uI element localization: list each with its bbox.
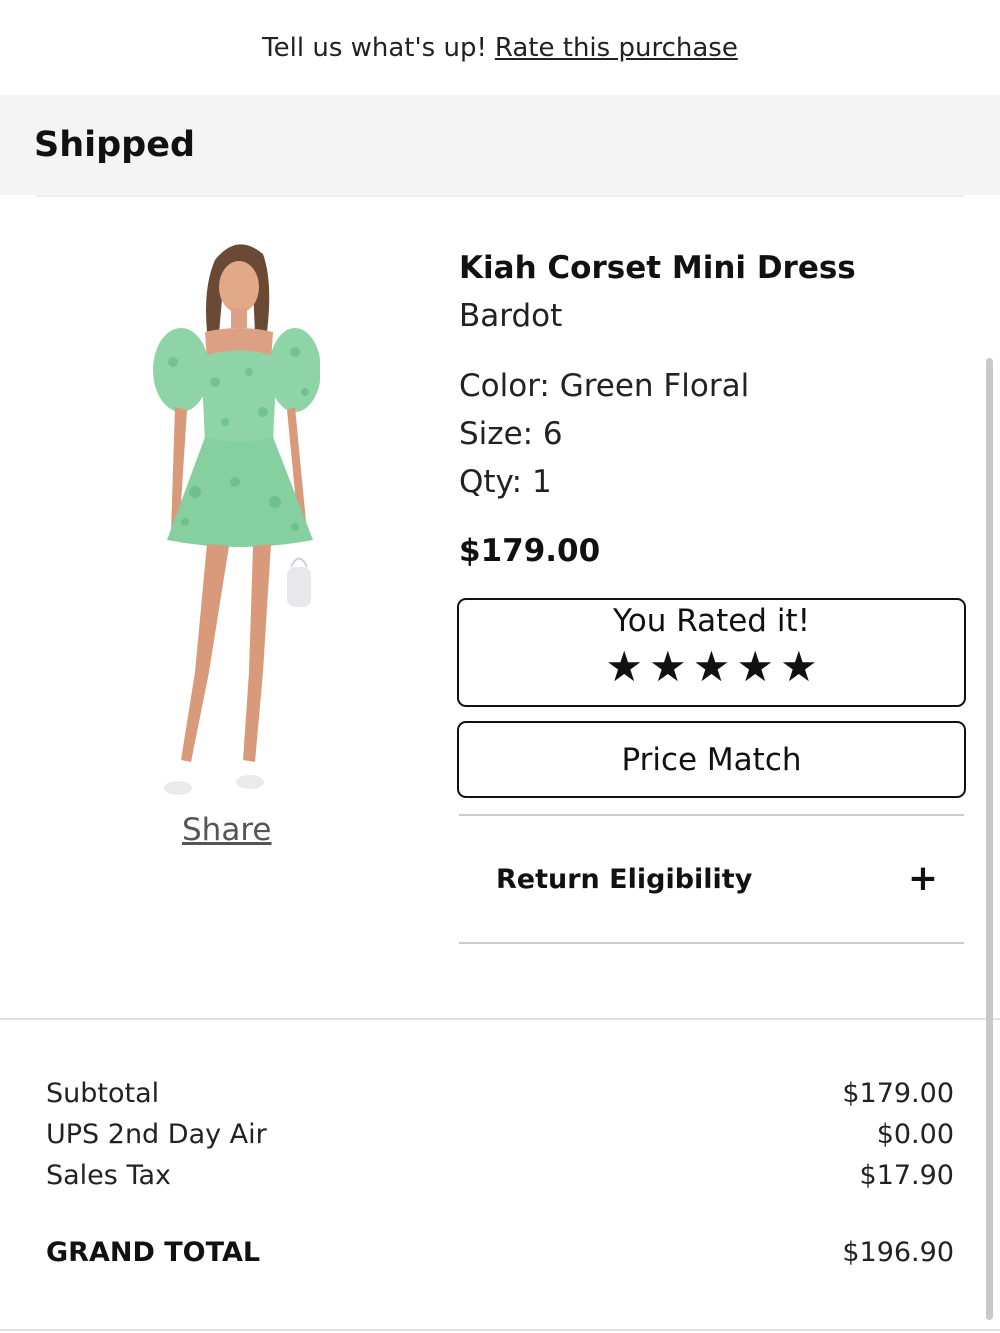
price-match-button[interactable]: Price Match: [457, 721, 966, 798]
return-eligibility-toggle[interactable]: Return Eligibility +: [459, 816, 964, 942]
product-image[interactable]: [145, 232, 321, 810]
rating-box[interactable]: You Rated it! ★ ★ ★ ★ ★: [457, 598, 966, 707]
order-status-bar: Shipped: [0, 95, 1000, 195]
grand-total-value: $196.90: [842, 1237, 954, 1268]
product-price: $179.00: [459, 533, 601, 569]
product-brand[interactable]: Bardot: [459, 298, 562, 334]
tax-value: $17.90: [859, 1160, 954, 1191]
share-link[interactable]: Share: [182, 812, 271, 848]
star-icon[interactable]: ★: [649, 643, 687, 691]
tax-label: Sales Tax: [46, 1160, 171, 1191]
star-icon[interactable]: ★: [736, 643, 774, 691]
order-status: Shipped: [34, 125, 196, 165]
grand-total-label: GRAND TOTAL: [46, 1237, 261, 1268]
star-icon[interactable]: ★: [693, 643, 731, 691]
return-divider-bottom: [459, 942, 964, 944]
vertical-scrollbar[interactable]: [986, 358, 993, 1320]
rating-label: You Rated it!: [612, 603, 811, 639]
summary-subtotal-row: Subtotal $179.00: [46, 1078, 954, 1109]
bottom-divider: [0, 1329, 1000, 1331]
rating-stars: ★ ★ ★ ★ ★: [459, 643, 964, 691]
rate-banner-text: Tell us what's up!: [262, 32, 487, 63]
shipping-label: UPS 2nd Day Air: [46, 1119, 267, 1150]
status-divider: [36, 195, 964, 197]
plus-icon[interactable]: +: [908, 861, 938, 897]
rate-purchase-link[interactable]: Rate this purchase: [495, 33, 738, 63]
return-eligibility-label: Return Eligibility: [496, 863, 753, 895]
dress-model-illustration: [153, 244, 321, 795]
product-name[interactable]: Kiah Corset Mini Dress: [459, 250, 856, 286]
summary-tax-row: Sales Tax $17.90: [46, 1160, 954, 1191]
subtotal-label: Subtotal: [46, 1078, 160, 1109]
summary-grand-total-row: GRAND TOTAL $196.90: [46, 1237, 954, 1268]
summary-shipping-row: UPS 2nd Day Air $0.00: [46, 1119, 954, 1150]
star-icon[interactable]: ★: [780, 643, 818, 691]
rate-banner: Tell us what's up! Rate this purchase: [0, 0, 1000, 95]
section-divider: [0, 1018, 1000, 1020]
product-size: Size: 6: [459, 416, 563, 452]
product-color: Color: Green Floral: [459, 368, 750, 404]
subtotal-value: $179.00: [842, 1078, 954, 1109]
product-qty: Qty: 1: [459, 464, 552, 500]
shipping-value: $0.00: [876, 1119, 954, 1150]
star-icon[interactable]: ★: [605, 643, 643, 691]
